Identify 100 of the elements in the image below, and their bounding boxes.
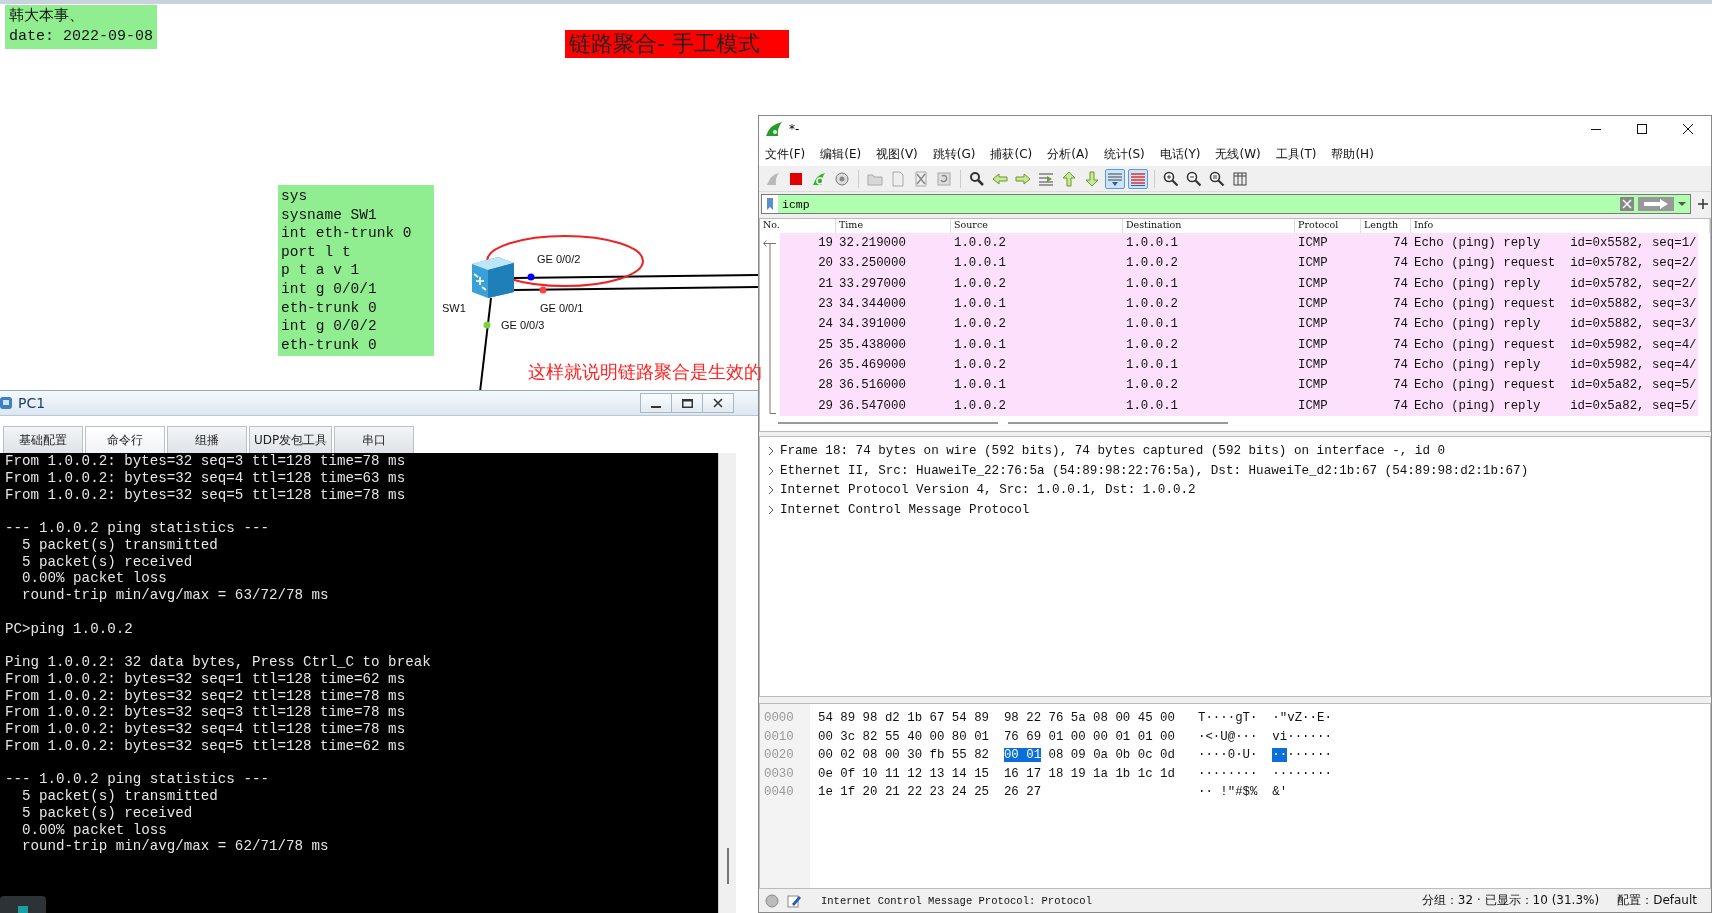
menu-item[interactable]: 捕获(C)	[990, 145, 1033, 163]
menu-item[interactable]: 工具(T)	[1275, 145, 1317, 163]
ascii-text: ······	[1287, 748, 1332, 762]
table-cell-text: 34.344000	[838, 297, 907, 312]
terminal-line: round-trip min/avg/max = 62/71/78 ms	[21, 838, 330, 855]
config-line: int g 0/0/2	[281, 317, 378, 336]
table-cell-text: 74	[1392, 276, 1409, 291]
tab[interactable]: 基础配置	[3, 426, 83, 453]
tab[interactable]: 串口	[334, 426, 415, 453]
terminal-line: 5 packet(s) transmitted	[21, 536, 219, 554]
expander-icon[interactable]	[766, 465, 776, 476]
terminal-line: From 1.0.0.2: bytes=32 seq=5 ttl=128 time=78 ms	[5, 486, 407, 504]
close-icon	[1682, 123, 1694, 135]
offset-text: 0000	[763, 710, 795, 727]
packet-row[interactable]: 20 33.250000 1.0.0.1 1.0.0.2 ICMP 74 Echo (ping) request id=0x5782, seq=2/	[780, 253, 1698, 274]
offset-text: 0010	[763, 728, 795, 746]
device-label: SW1	[442, 302, 466, 314]
config-line: int g 0/0/1	[281, 279, 378, 299]
offset-text: 0030	[763, 765, 795, 783]
table-cell-text: 1.0.0.1	[953, 378, 1008, 393]
fin-icon	[765, 121, 783, 137]
table-cell-text: 74	[1392, 236, 1409, 251]
menu-item[interactable]: 分析(A)	[1047, 145, 1089, 163]
config-line: eth-trunk 0	[281, 335, 378, 355]
tree-item[interactable]: Frame 18: 74 bytes on wire (592 bits), 74 bytes captured (592 bits) on interface -, id 0	[780, 443, 1446, 458]
packet-row[interactable]: 21 33.297000 1.0.0.2 1.0.0.1 ICMP 74 Echo (ping) reply id=0x5782, seq=2/	[780, 273, 1698, 294]
expander-icon[interactable]	[766, 505, 776, 516]
clear-icon[interactable]	[1620, 197, 1634, 211]
menu-item[interactable]: 编辑(E)	[820, 145, 862, 163]
window-title: PC1	[18, 395, 47, 411]
offset-text: 0020	[763, 747, 795, 764]
packet-row[interactable]: 23 34.344000 1.0.0.1 1.0.0.2 ICMP 74 Echo (ping) request id=0x5882, seq=3/	[780, 293, 1698, 315]
minimize-button[interactable]	[640, 393, 672, 413]
tab[interactable]: UDP发包工具	[249, 426, 333, 453]
plus-icon[interactable]	[1697, 198, 1709, 210]
edit-icon[interactable]	[787, 893, 801, 908]
ascii-text: T····gT· ·"vZ··E·	[1198, 711, 1332, 725]
fin-icon	[811, 170, 827, 187]
config-line: eth-trunk 0	[281, 298, 378, 318]
packet-row[interactable]: 25 35.438000 1.0.0.1 1.0.0.2 ICMP 74 Echo (ping) request id=0x5982, seq=4/	[780, 334, 1698, 355]
menu-item[interactable]: 文件(F)	[765, 145, 806, 163]
menu-item[interactable]: 跳转(G)	[932, 145, 976, 163]
tree-item[interactable]: Ethernet II, Src: HuaweiTe_22:76:5a (54:89:98:22:76:5a), Dst: HuaweiTe_d2:1b:67 (54:89:98:d2:1b:67)	[780, 463, 1529, 478]
switch-icon[interactable]	[472, 257, 514, 298]
columns-icon	[1232, 170, 1248, 187]
packet-row[interactable]: 19 32.219000 1.0.0.2 1.0.0.1 ICMP 74 Echo (ping) reply id=0x5582, seq=1/	[780, 233, 1698, 254]
table-cell-text: ICMP	[1297, 317, 1329, 332]
filter-bar[interactable]: icmp	[761, 194, 1691, 214]
window-title: *-	[789, 122, 801, 136]
zoom-icon	[1209, 170, 1225, 187]
tree-item[interactable]: Internet Protocol Version 4, Src: 1.0.0.1, Dst: 1.0.0.2	[780, 483, 1196, 498]
terminal-line: From 1.0.0.2: bytes=32 seq=3 ttl=128 time=78 ms	[5, 453, 407, 470]
toolbar-button[interactable]	[1128, 168, 1148, 189]
maximize-button[interactable]	[671, 393, 703, 413]
table-cell-text: 1.0.0.2	[1125, 337, 1180, 352]
terminal-line: 5 packet(s) received	[21, 553, 194, 571]
close-icon	[713, 398, 723, 408]
config-line: sysname SW1	[281, 205, 378, 225]
menu-item[interactable]: 统计(S)	[1103, 145, 1145, 163]
packet-row[interactable]: 29 36.547000 1.0.0.2 1.0.0.1 ICMP 74 Echo (ping) reply id=0x5a82, seq=5/	[780, 395, 1698, 416]
ascii-text: ········ ········	[1198, 766, 1332, 781]
table-cell-text: ICMP	[1297, 276, 1329, 291]
app-icon[interactable]	[0, 896, 46, 913]
menu-item[interactable]: 视图(V)	[876, 145, 918, 163]
table-cell-text: 74	[1392, 398, 1409, 413]
terminal-line: 0.00% packet loss	[21, 821, 168, 839]
table-cell-text: 25	[817, 337, 834, 352]
table-cell-text: ICMP	[1297, 357, 1329, 372]
expander-icon[interactable]	[766, 485, 776, 496]
expander-icon[interactable]	[766, 445, 776, 456]
terminal-line: From 1.0.0.2: bytes=32 seq=3 ttl=128 time=78 ms	[5, 704, 407, 721]
packet-row[interactable]: 28 36.516000 1.0.0.1 1.0.0.2 ICMP 74 Echo (ping) request id=0x5a82, seq=5/	[780, 375, 1698, 396]
close-button[interactable]	[702, 393, 734, 413]
menu-item[interactable]: 无线(W)	[1215, 145, 1261, 163]
colored-lines-icon	[1130, 170, 1146, 187]
scrollbar[interactable]	[718, 453, 736, 913]
table-cell-text: 1.0.0.2	[1125, 378, 1180, 393]
tab[interactable]: 命令行	[85, 426, 165, 453]
tree-item[interactable]: Internet Control Message Protocol	[780, 503, 1030, 518]
table-cell-text: 36.547000	[838, 398, 907, 413]
diagram-title: 链路聚合- 手工模式	[565, 30, 789, 58]
ascii-text: ·· !"#$% &'	[1198, 785, 1288, 799]
table-cell-text: 35.438000	[838, 337, 907, 352]
menu-item[interactable]: 帮助(H)	[1331, 145, 1374, 163]
bookmark-icon[interactable]	[762, 195, 778, 213]
search-icon	[969, 170, 985, 187]
menu-item[interactable]: 电话(Y)	[1159, 145, 1201, 163]
terminal-line: round-trip min/avg/max = 63/72/78 ms	[21, 587, 330, 604]
packet-row[interactable]: 24 34.391000 1.0.0.2 1.0.0.1 ICMP 74 Echo (ping) reply id=0x5882, seq=3/	[780, 314, 1698, 335]
ascii-text: ····0·U·	[1198, 748, 1259, 762]
status-circle-icon[interactable]	[765, 893, 779, 908]
hex-bytes: 54 89 98 d2 1b 67 54 89 98 22 76 5a 08 00 45 00	[818, 711, 1175, 725]
table-cell-text: 33.297000	[838, 276, 907, 291]
status-text: Internet Control Message Protocol: Protocol	[821, 894, 1093, 907]
table-cell-text: Echo (ping) request id=0x5982, seq=4/	[1413, 337, 1698, 352]
port-label: GE 0/0/2	[537, 253, 581, 265]
profile-text[interactable]: 配置：Default	[1617, 892, 1697, 909]
packet-row[interactable]: 26 35.469000 1.0.0.2 1.0.0.1 ICMP 74 Echo (ping) reply id=0x5982, seq=4/	[780, 354, 1698, 376]
table-cell-text: Echo (ping) request id=0x5782, seq=2/	[1413, 256, 1698, 271]
tab[interactable]: 组播	[167, 426, 247, 453]
